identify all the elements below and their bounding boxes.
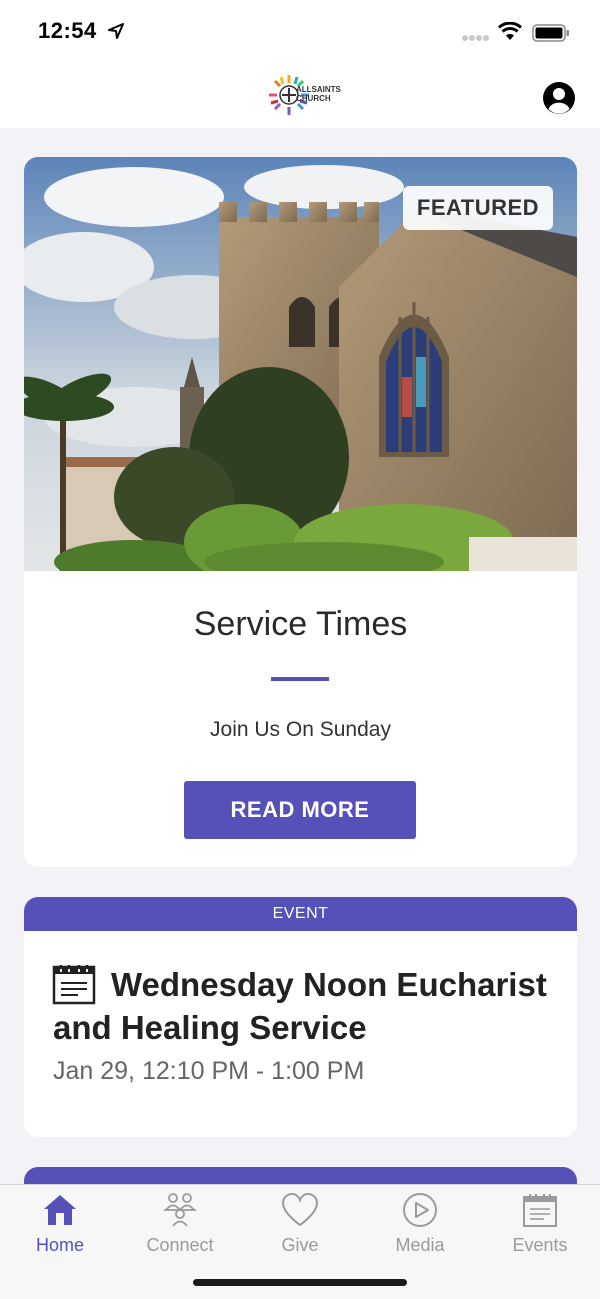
home-icon	[44, 1195, 76, 1225]
event-time: Jan 29, 12:10 PM - 1:00 PM	[53, 1057, 365, 1085]
tab-connect[interactable]: Connect	[120, 1185, 240, 1265]
status-time: 12:54	[38, 18, 97, 43]
event-header: EVENT	[24, 897, 577, 931]
logo-text-line1: ALLSAINTS	[296, 85, 341, 94]
church-logo[interactable]: ALLSAINTS CHURCH	[266, 72, 341, 118]
card-subtitle: Join Us On Sunday	[210, 718, 391, 741]
tab-label-media: Media	[395, 1235, 445, 1255]
logo-text-line2: CHURCH	[296, 94, 331, 103]
tab-label-connect: Connect	[146, 1235, 214, 1255]
tab-home[interactable]: Home	[0, 1185, 120, 1265]
featured-badge: FEATURED	[403, 186, 553, 230]
event-card[interactable]: EVENT Wednesday Noon Eucharist and Heali…	[24, 897, 577, 1137]
tab-events[interactable]: Events	[480, 1185, 600, 1265]
logo-wordmark: ALLSAINTS CHURCH	[296, 85, 341, 103]
event-title: Wednesday Noon Eucharist and Healing Ser…	[53, 966, 547, 1046]
tab-give[interactable]: Give	[240, 1185, 360, 1265]
featured-card[interactable]: FEATURED Service Times Join Us On Sunday…	[24, 157, 577, 867]
wifi-icon	[498, 22, 522, 40]
tab-label-give: Give	[281, 1235, 319, 1255]
battery-icon	[532, 24, 569, 42]
app-header: ALLSAINTS CHURCH	[0, 64, 600, 128]
location-arrow-icon	[108, 23, 124, 39]
status-bar: 12:54	[0, 0, 600, 64]
people-icon	[164, 1193, 196, 1227]
tab-media[interactable]: Media	[360, 1185, 480, 1265]
profile-icon[interactable]	[542, 81, 576, 115]
play-icon	[403, 1193, 437, 1227]
heart-icon	[282, 1192, 318, 1227]
title-divider	[271, 677, 329, 681]
read-more-button[interactable]: READ MORE	[184, 781, 416, 839]
card-title: Service Times	[193, 605, 408, 643]
signal-dots-icon	[462, 35, 489, 41]
calendar-icon	[523, 1194, 557, 1227]
tab-label-home: Home	[35, 1235, 84, 1255]
tab-label-events: Events	[512, 1235, 568, 1255]
home-indicator[interactable]	[193, 1279, 407, 1286]
